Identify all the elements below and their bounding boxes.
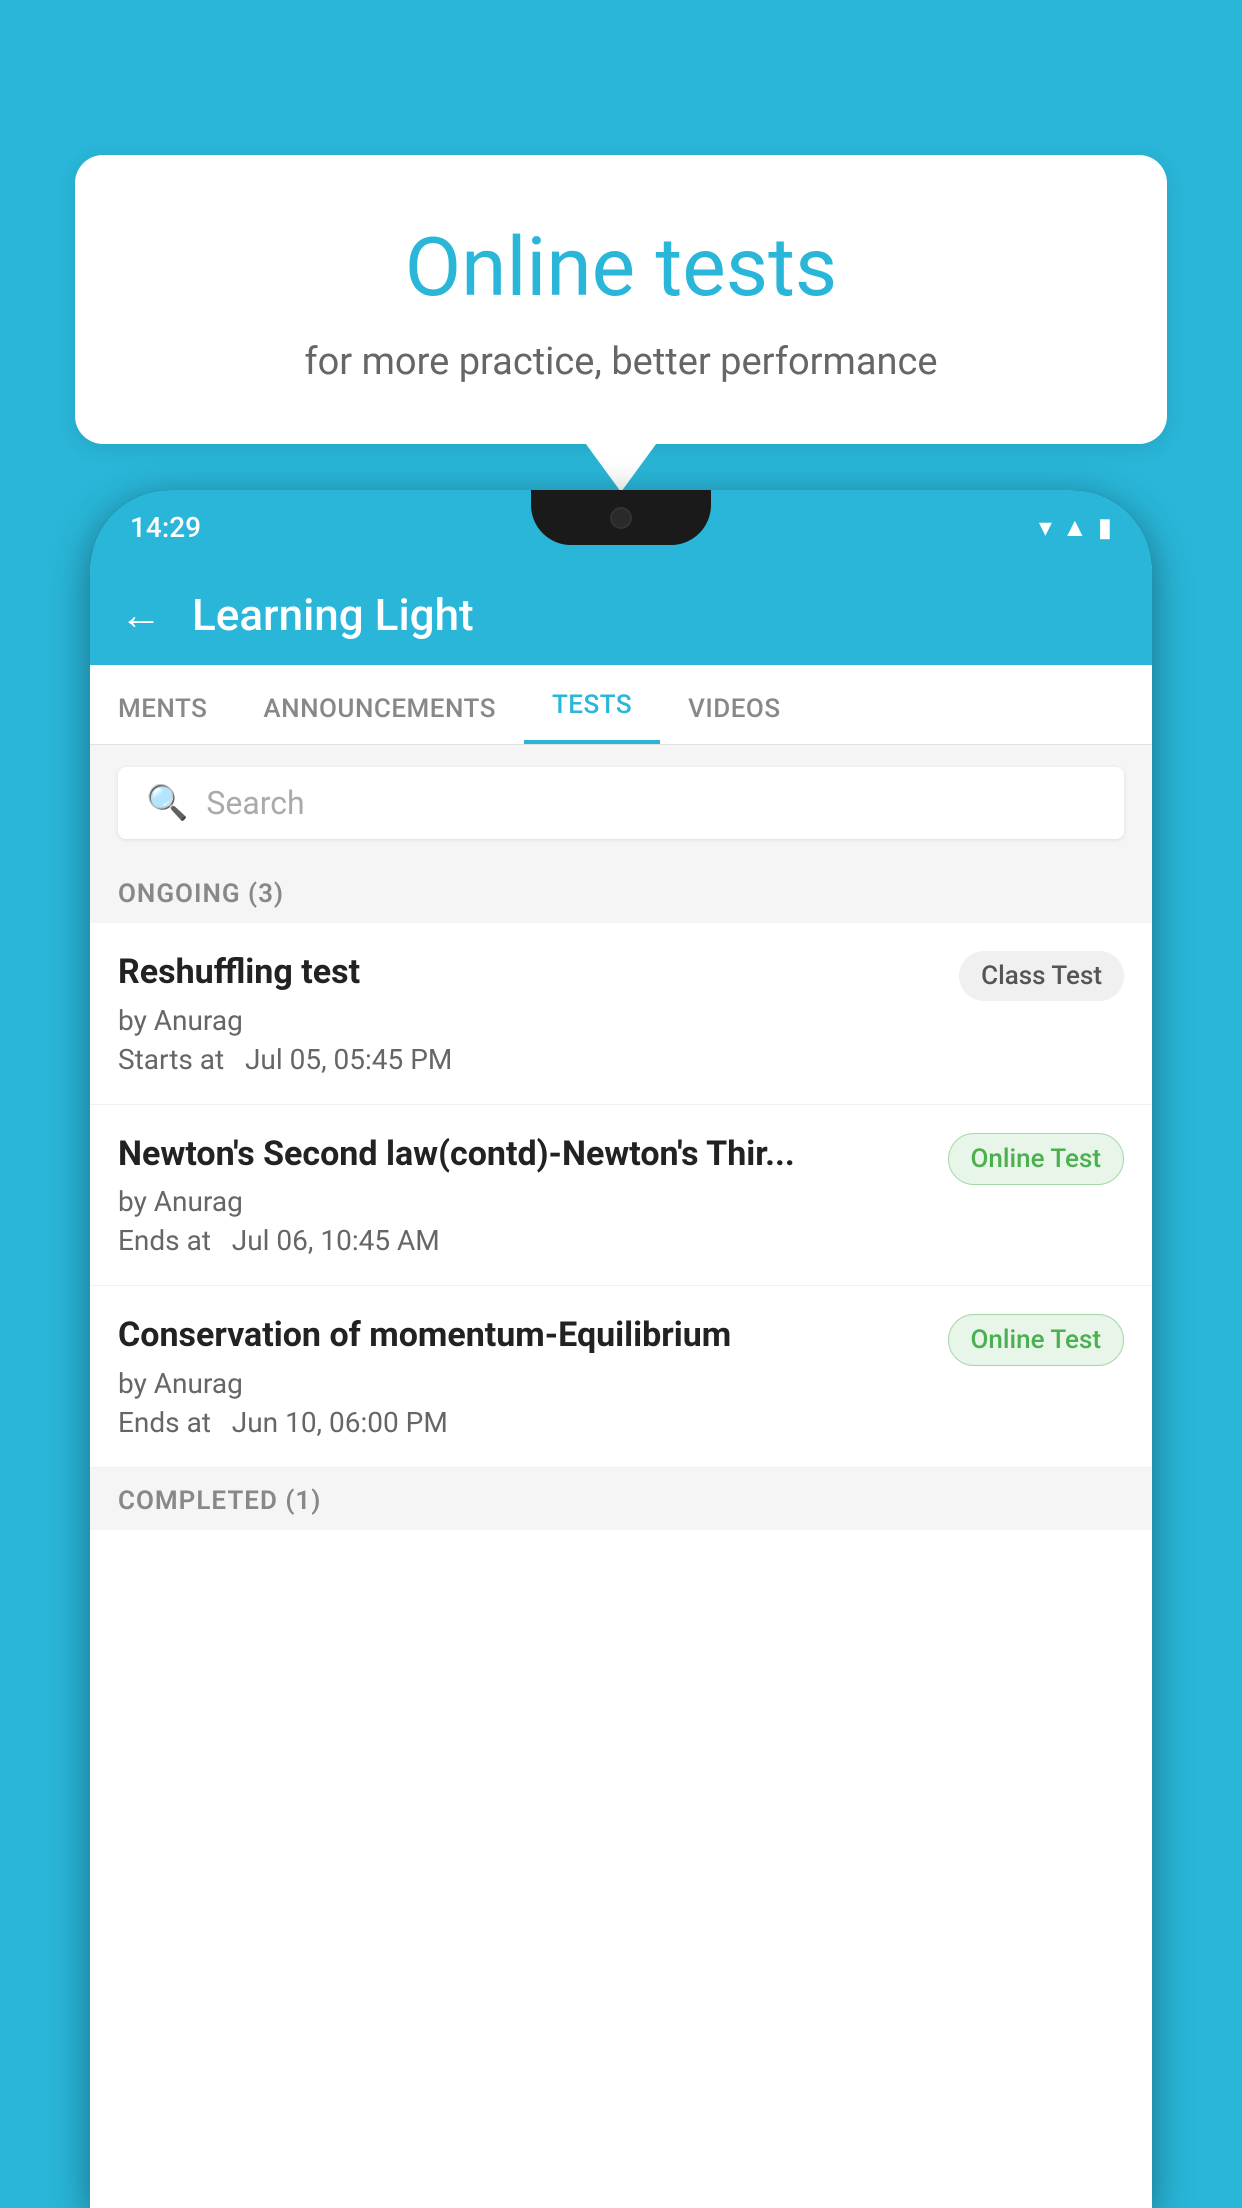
app-screen: ← Learning Light MENTS ANNOUNCEMENTS TES… bbox=[90, 565, 1152, 2208]
tab-announcements[interactable]: ANNOUNCEMENTS bbox=[235, 694, 524, 744]
app-header: ← Learning Light bbox=[90, 565, 1152, 665]
test-time: Starts at Jul 05, 05:45 PM bbox=[118, 1043, 939, 1076]
camera bbox=[610, 507, 632, 529]
test-author: by Anurag bbox=[118, 1367, 928, 1400]
wifi-icon: ▾ bbox=[1039, 513, 1052, 543]
app-title: Learning Light bbox=[192, 589, 474, 641]
bubble-title: Online tests bbox=[135, 220, 1107, 316]
clock: 14:29 bbox=[130, 511, 201, 544]
online-test-badge: Online Test bbox=[948, 1314, 1125, 1366]
status-bar: 14:29 ▾ ▲ ▮ bbox=[90, 490, 1152, 565]
search-icon: 🔍 bbox=[146, 783, 188, 823]
test-info: Newton's Second law(contd)-Newton's Thir… bbox=[118, 1133, 928, 1258]
back-button[interactable]: ← bbox=[120, 591, 162, 640]
tab-videos[interactable]: VIDEOS bbox=[660, 694, 808, 744]
tabs-bar: MENTS ANNOUNCEMENTS TESTS VIDEOS bbox=[90, 665, 1152, 745]
test-name: Reshuffling test bbox=[118, 951, 939, 994]
test-name: Conservation of momentum-Equilibrium bbox=[118, 1314, 928, 1357]
status-icons: ▾ ▲ ▮ bbox=[1039, 512, 1112, 543]
search-placeholder: Search bbox=[206, 784, 304, 822]
test-author: by Anurag bbox=[118, 1004, 939, 1037]
signal-icon: ▲ bbox=[1062, 512, 1088, 543]
test-item[interactable]: Reshuffling test by Anurag Starts at Jul… bbox=[90, 923, 1152, 1105]
test-name: Newton's Second law(contd)-Newton's Thir… bbox=[118, 1133, 928, 1176]
test-info: Conservation of momentum-Equilibrium by … bbox=[118, 1314, 928, 1439]
test-list: Reshuffling test by Anurag Starts at Jul… bbox=[90, 923, 1152, 1468]
search-bar[interactable]: 🔍 Search bbox=[118, 767, 1124, 839]
tab-ments[interactable]: MENTS bbox=[90, 694, 235, 744]
test-item[interactable]: Conservation of momentum-Equilibrium by … bbox=[90, 1286, 1152, 1468]
class-test-badge: Class Test bbox=[959, 951, 1124, 1001]
test-info: Reshuffling test by Anurag Starts at Jul… bbox=[118, 951, 939, 1076]
battery-icon: ▮ bbox=[1098, 513, 1112, 543]
completed-section-header: COMPLETED (1) bbox=[90, 1468, 1152, 1530]
tab-tests[interactable]: TESTS bbox=[524, 690, 660, 744]
ongoing-section-header: ONGOING (3) bbox=[90, 861, 1152, 923]
test-time: Ends at Jun 10, 06:00 PM bbox=[118, 1406, 928, 1439]
speech-bubble: Online tests for more practice, better p… bbox=[75, 155, 1167, 444]
test-item[interactable]: Newton's Second law(contd)-Newton's Thir… bbox=[90, 1105, 1152, 1287]
search-container: 🔍 Search bbox=[90, 745, 1152, 861]
test-author: by Anurag bbox=[118, 1185, 928, 1218]
notch bbox=[531, 490, 711, 545]
phone-frame: 14:29 ▾ ▲ ▮ ← Learning Light MENTS ANNOU… bbox=[90, 490, 1152, 2208]
test-time: Ends at Jul 06, 10:45 AM bbox=[118, 1224, 928, 1257]
bubble-subtitle: for more practice, better performance bbox=[135, 340, 1107, 384]
online-test-badge: Online Test bbox=[948, 1133, 1125, 1185]
